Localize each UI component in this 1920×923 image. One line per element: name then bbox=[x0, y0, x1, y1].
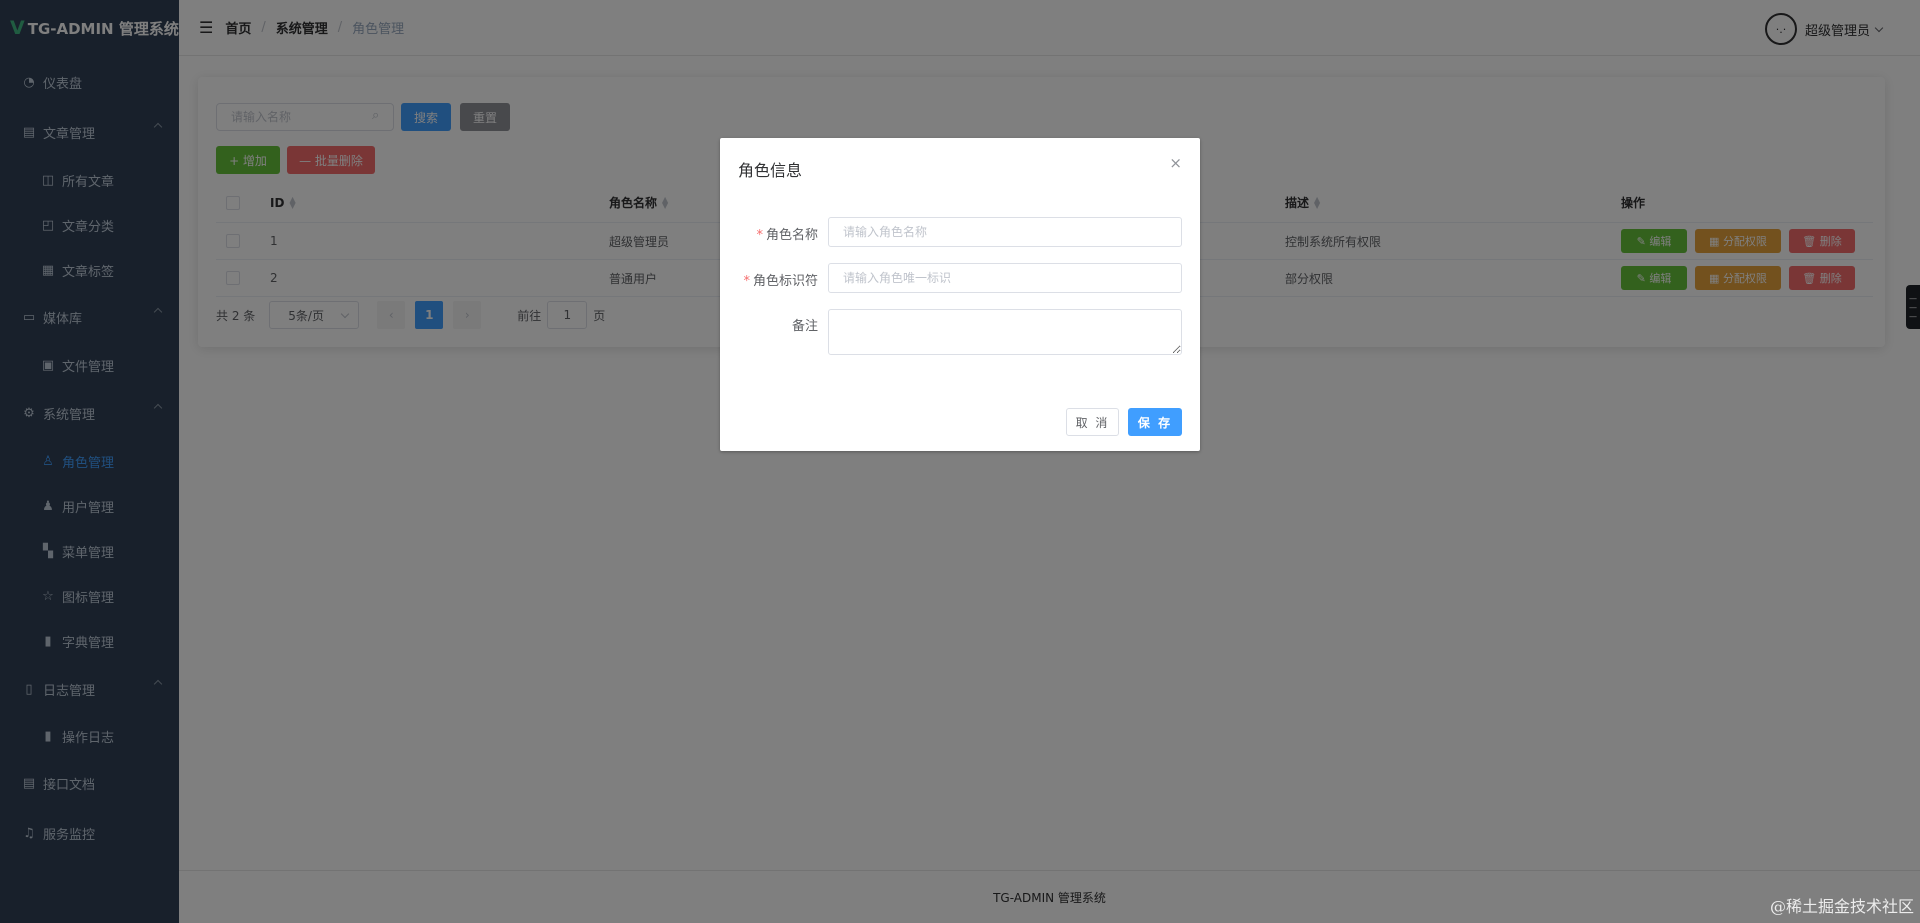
required-mark: * bbox=[743, 274, 750, 289]
remark-label: 备注 bbox=[791, 319, 818, 334]
watermark: @稀土掘金技术社区 bbox=[1769, 897, 1914, 916]
label-text: 角色标识符 bbox=[752, 274, 818, 289]
close-icon[interactable]: × bbox=[1169, 154, 1182, 172]
label-text: 角色名称 bbox=[765, 228, 818, 243]
required-mark: * bbox=[756, 228, 763, 243]
role-info-dialog: 角色信息 × *角色名称 *角色标识符 备注 取 消 保 存 bbox=[720, 138, 1200, 451]
save-button[interactable]: 保 存 bbox=[1128, 408, 1182, 436]
role-key-label: * 角色标识符 bbox=[720, 270, 818, 289]
remark-textarea[interactable] bbox=[828, 309, 1182, 355]
cancel-button[interactable]: 取 消 bbox=[1066, 408, 1119, 436]
role-name-input[interactable] bbox=[828, 217, 1182, 247]
role-name-label: * 角色名称 bbox=[720, 224, 818, 243]
dialog-title: 角色信息 bbox=[738, 161, 803, 180]
role-key-input[interactable] bbox=[828, 263, 1182, 293]
